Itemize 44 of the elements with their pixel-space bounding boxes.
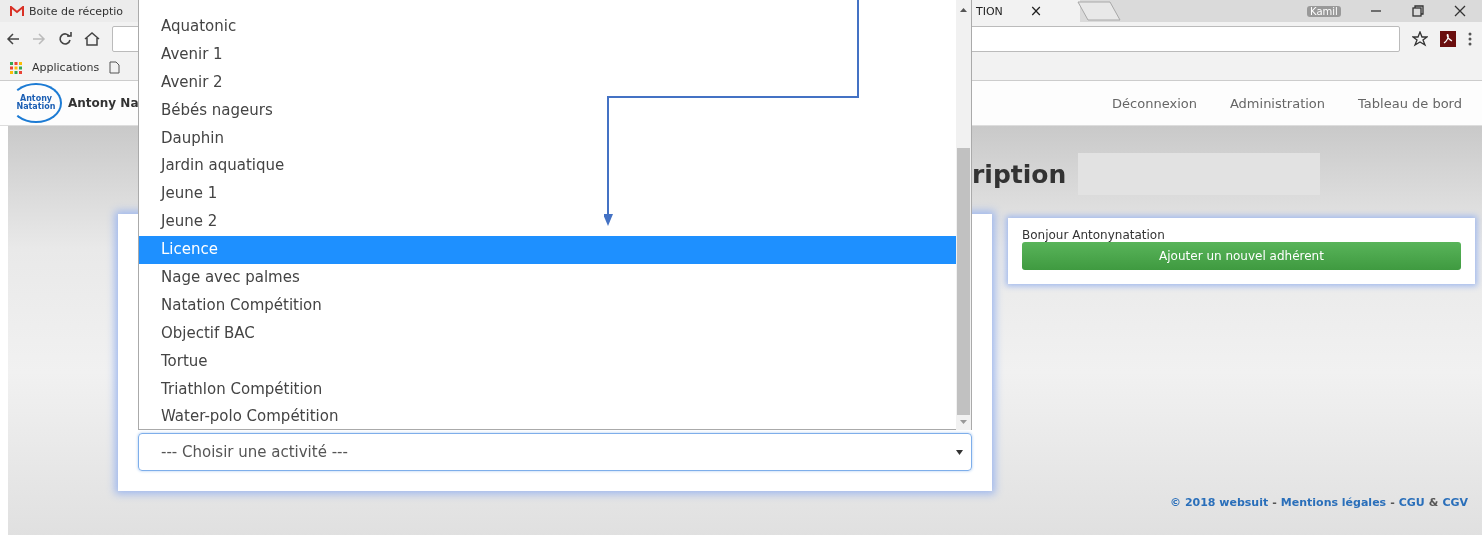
dropdown-option[interactable]: Objectif BAC: [139, 319, 956, 348]
footer-link[interactable]: Mentions légales: [1280, 496, 1387, 509]
dropdown-option[interactable]: Natation Compétition: [139, 291, 956, 320]
activity-select[interactable]: --- Choisir une activité ---: [138, 433, 972, 471]
dropdown-option[interactable]: Jardin aquatique: [139, 152, 956, 181]
page-icon[interactable]: [109, 61, 121, 74]
close-icon[interactable]: [1452, 4, 1467, 18]
browser-tab[interactable]: Boite de réceptio: [0, 0, 138, 22]
star-icon[interactable]: [1412, 30, 1428, 47]
footer-separator: -: [1272, 496, 1277, 509]
tab-close-button[interactable]: ×: [1029, 2, 1043, 20]
dropdown-option[interactable]: Dauphin: [139, 124, 956, 153]
dropdown-option[interactable]: Jeune 2: [139, 208, 956, 237]
footer-link[interactable]: CGV: [1442, 496, 1468, 509]
page-heading: ription: [972, 159, 1067, 189]
nav-link[interactable]: Administration: [1229, 95, 1326, 111]
dropdown-option[interactable]: Aquatonic: [139, 13, 956, 41]
back-arrow-icon[interactable]: [6, 31, 20, 46]
restore-icon[interactable]: [1410, 4, 1425, 18]
footer-link[interactable]: CGU: [1398, 496, 1425, 509]
home-icon[interactable]: [84, 31, 100, 46]
dropdown-option[interactable]: Water-polo Compétition: [139, 403, 956, 432]
footer-link[interactable]: © 2018 websuit: [1170, 496, 1269, 509]
dropdown-option[interactable]: Tortue: [139, 347, 956, 376]
site-brand[interactable]: Antony Na: [68, 96, 139, 110]
dropdown-option[interactable]: Avenir 1: [139, 40, 956, 69]
dropdown-option[interactable]: Triathlon Compétition: [139, 375, 956, 404]
menu-icon[interactable]: [1468, 31, 1472, 46]
nav-link[interactable]: Tableau de bord: [1358, 95, 1462, 111]
dropdown-option[interactable]: Nage avec palmes: [139, 264, 956, 292]
pdf-icon[interactable]: [1440, 30, 1456, 47]
footer-separator: &: [1428, 496, 1439, 509]
reload-icon[interactable]: [58, 31, 72, 46]
apps-grid-icon[interactable]: [10, 61, 22, 74]
dropdown-option[interactable]: Bébés nageurs: [139, 96, 956, 125]
footer-separator: -: [1390, 496, 1395, 509]
caret-icon: [956, 449, 963, 455]
nav-link[interactable]: Déconnexion: [1112, 95, 1197, 111]
dropdown-option[interactable]: Jeune 1: [139, 180, 956, 209]
welcome-text: Bonjour Antonynatation: [1022, 228, 1166, 242]
dropdown-option[interactable]: Avenir 2: [139, 68, 956, 97]
mail-icon: [10, 5, 24, 17]
bookmark-link[interactable]: Applications: [32, 61, 100, 74]
scrollbar[interactable]: [956, 0, 971, 430]
